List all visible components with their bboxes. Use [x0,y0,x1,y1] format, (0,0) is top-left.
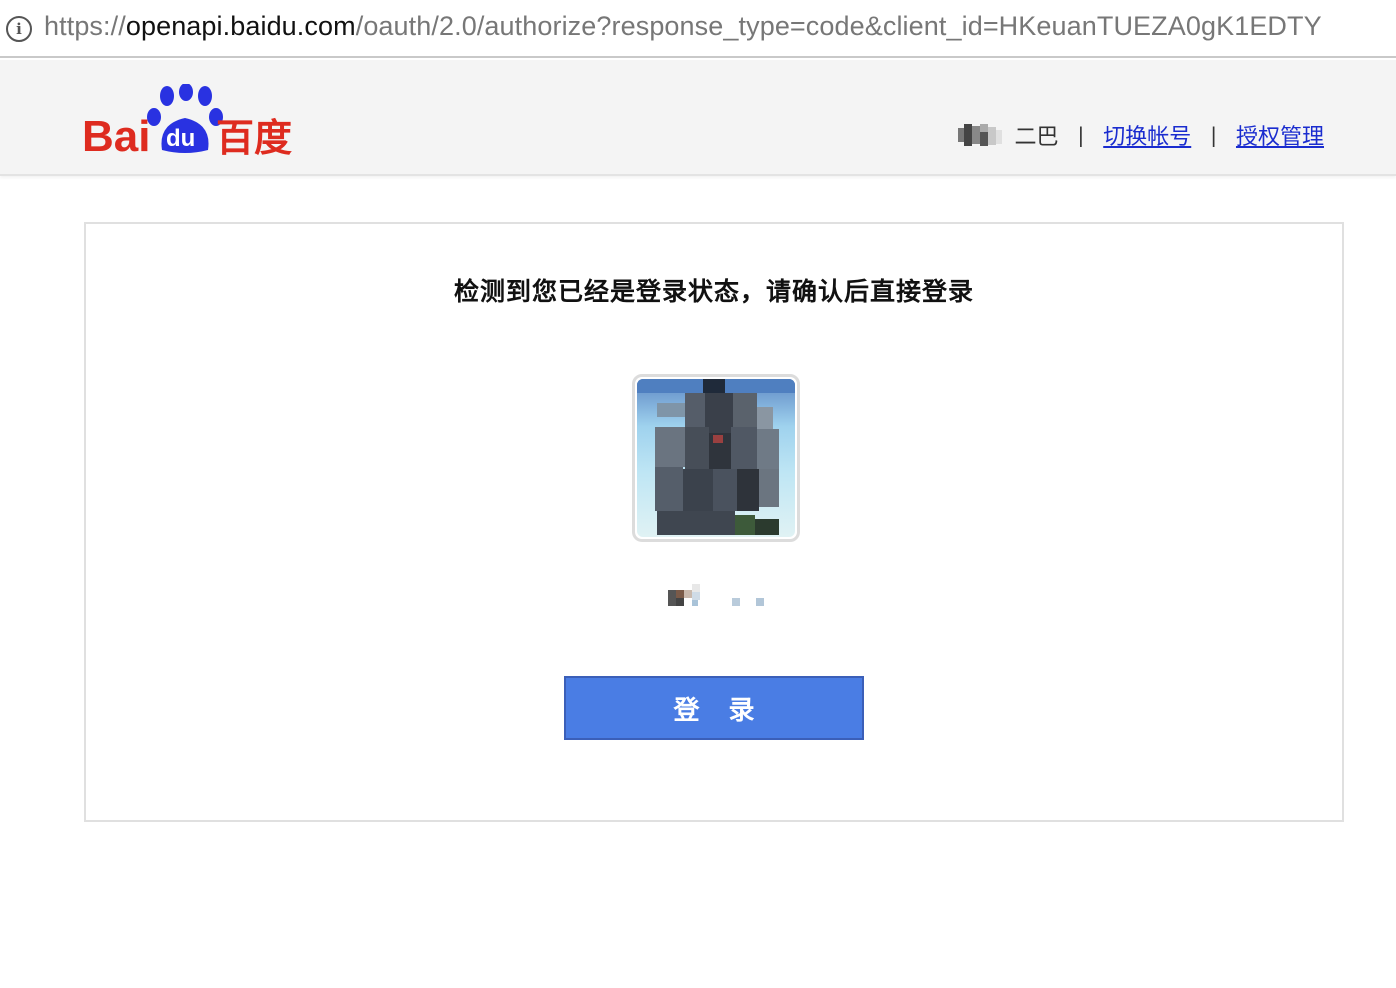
svg-text:百度: 百度 [216,116,292,158]
nav-separator: | [1077,123,1085,147]
login-confirm-card: 检测到您已经是登录状态，请确认后直接登录 登 录 [84,222,1344,822]
switch-account-link[interactable]: 切换帐号 [1103,119,1191,151]
nav-separator: | [1210,123,1217,147]
username-suffix: 二巴 [1014,125,1059,150]
svg-text:Bai: Bai [82,112,150,158]
login-button[interactable]: 登 录 [564,676,864,740]
url-path: /oauth/2.0/authorize?response_type=code&… [355,11,1322,41]
page-title: 检测到您已经是登录状态，请确认后直接登录 [453,277,974,306]
header-nav: 二巴 | 切换帐号 | 授权管理 [958,120,1324,150]
username-blur [958,124,1014,146]
account-name-blur [668,584,778,608]
current-user: 二巴 [958,119,1058,151]
avatar-image [637,379,795,537]
url-scheme: https:// [44,11,126,41]
baidu-logo[interactable]: Bai du 百度 [82,84,296,158]
address-bar[interactable]: i https://openapi.baidu.com/oauth/2.0/au… [0,0,1396,58]
site-header: Bai du 百度 二巴 | 切换帐号 | 授权管理 [0,60,1396,176]
avatar [632,374,800,542]
info-icon[interactable]: i [6,16,32,42]
auth-manage-link[interactable]: 授权管理 [1236,119,1324,151]
url-text[interactable]: https://openapi.baidu.com/oauth/2.0/auth… [44,11,1322,42]
url-host: openapi.baidu.com [125,11,356,41]
svg-text:du: du [166,125,195,152]
